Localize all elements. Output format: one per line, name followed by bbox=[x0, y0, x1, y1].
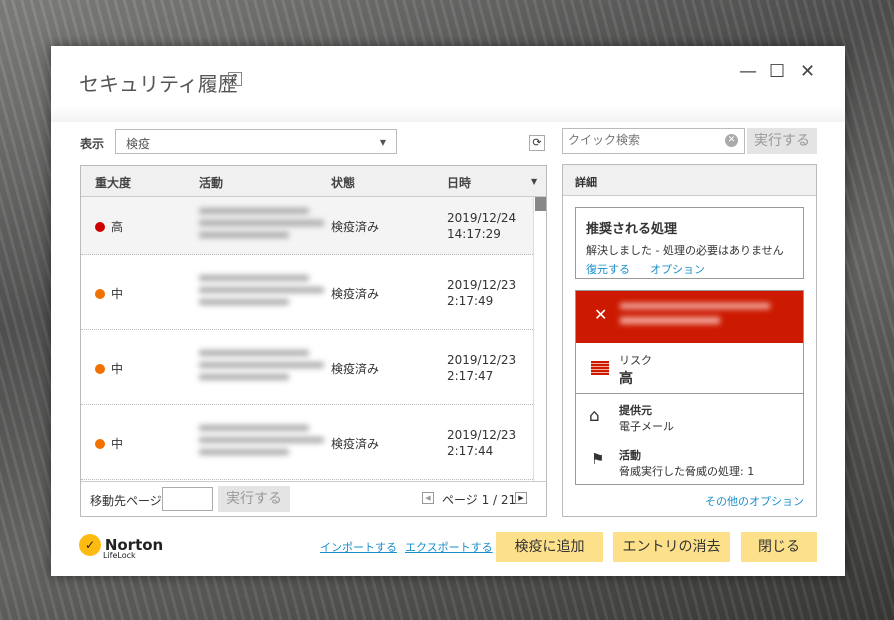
details-header: 詳細 bbox=[563, 165, 816, 196]
details-panel: 詳細 推奨される処理 解決しました - 処理の必要はありません 復元する オプショ… bbox=[562, 164, 817, 517]
search-button[interactable]: 実行する bbox=[747, 128, 817, 154]
threat-x-icon: ✕ bbox=[594, 305, 608, 324]
risk-label: リスク bbox=[619, 354, 652, 367]
table-row[interactable]: 中 検疫済み 2019/12/23 2:17:47 bbox=[81, 330, 535, 405]
window-title: セキュリティ履歴 bbox=[79, 72, 238, 96]
source-value: 電子メール bbox=[619, 420, 674, 433]
activity-label: 活動 bbox=[619, 449, 641, 462]
minimize-button[interactable]: — bbox=[739, 61, 757, 82]
home-icon: ⌂ bbox=[589, 406, 600, 426]
rec-text: 解決しました - 処理の必要はありません bbox=[586, 244, 784, 257]
date-cell: 2019/12/23 2:17:44 bbox=[447, 427, 516, 459]
quick-search[interactable]: ✕ bbox=[562, 128, 745, 154]
info-section: ⌂ 提供元 電子メール ⚑ 活動 脅威実行した脅威の処理: 1 bbox=[576, 394, 803, 484]
next-page-icon[interactable]: ▶ bbox=[515, 492, 527, 504]
severity-dot-icon bbox=[95, 288, 105, 299]
norton-logo: ✓ Norton LifeLock bbox=[79, 534, 163, 560]
activity-value: 脅威実行した脅威の処理: 1 bbox=[619, 465, 755, 478]
scrollbar[interactable] bbox=[533, 197, 546, 482]
col-activity[interactable]: 活動 bbox=[199, 174, 223, 191]
severity-dot-icon bbox=[95, 222, 105, 232]
history-table: 重大度 活動 状態 日時 ▼ 高 検疫済み 2019/12/24 14:17:29… bbox=[80, 165, 547, 517]
col-date[interactable]: 日時 bbox=[447, 174, 471, 191]
export-link[interactable]: エクスポートする bbox=[405, 539, 493, 555]
page-indicator: ページ 1 / 21 bbox=[442, 493, 517, 507]
date-cell: 2019/12/24 14:17:29 bbox=[447, 210, 516, 242]
severity-cell: 中 bbox=[95, 360, 123, 377]
security-history-dialog: セキュリティ履歴 ? — ☐ ✕ 表示 検疫 ▼ ⟳ 重大度 活動 状態 日時 ▼… bbox=[51, 46, 845, 576]
filter-label: 表示 bbox=[80, 137, 105, 151]
recommended-action-box: 推奨される処理 解決しました - 処理の必要はありません 復元する オプション bbox=[575, 207, 804, 279]
threat-name-blurred bbox=[620, 303, 770, 324]
date-cell: 2019/12/23 2:17:49 bbox=[447, 277, 516, 309]
date-text: 2019/12/23 bbox=[447, 427, 517, 442]
restore-link[interactable]: 復元する bbox=[586, 263, 630, 276]
risk-section: リスク 高 bbox=[576, 343, 803, 394]
severity-text: 中 bbox=[111, 286, 124, 301]
clear-search-icon[interactable]: ✕ bbox=[725, 134, 738, 147]
filter-select[interactable]: 検疫 ▼ bbox=[115, 129, 397, 154]
table-row[interactable]: 中 検疫済み 2019/12/23 2:17:49 bbox=[81, 255, 535, 330]
severity-dot-icon bbox=[95, 438, 105, 449]
threat-box: ✕ リスク 高 ⌂ 提供元 電子メール ⚑ 活動 脅威実行した脅威の処理: 1 bbox=[575, 290, 804, 485]
date-text: 2019/12/23 bbox=[447, 352, 517, 367]
risk-value: 高 bbox=[619, 371, 633, 387]
flag-icon: ⚑ bbox=[591, 450, 605, 468]
date-text: 2019/12/23 bbox=[447, 277, 517, 292]
goto-page-input[interactable] bbox=[162, 487, 213, 511]
quick-search-input[interactable] bbox=[563, 129, 713, 151]
close-button[interactable]: 閉じる bbox=[741, 532, 817, 562]
help-button[interactable]: ? bbox=[228, 72, 242, 86]
table-footer: 移動先ページ: 実行する ◀ ページ 1 / 21 ▶ bbox=[81, 481, 546, 516]
rec-title: 推奨される処理 bbox=[586, 222, 678, 237]
threat-banner: ✕ bbox=[576, 291, 803, 343]
source-label: 提供元 bbox=[619, 404, 652, 417]
activity-cell-blurred bbox=[199, 269, 329, 311]
severity-text: 中 bbox=[111, 436, 124, 451]
severity-dot-icon bbox=[95, 363, 105, 374]
more-options-link[interactable]: その他のオプション bbox=[705, 493, 804, 509]
refresh-icon[interactable]: ⟳ bbox=[529, 135, 545, 151]
goto-label: 移動先ページ: bbox=[90, 494, 166, 508]
severity-cell: 高 bbox=[95, 218, 123, 235]
activity-cell-blurred bbox=[199, 202, 329, 244]
time-text: 2:17:47 bbox=[447, 368, 494, 383]
status-cell: 検疫済み bbox=[331, 286, 380, 301]
date-text: 2019/12/24 bbox=[447, 211, 517, 225]
add-to-quarantine-button[interactable]: 検疫に追加 bbox=[496, 532, 603, 562]
clear-entries-button[interactable]: エントリの消去 bbox=[613, 532, 730, 562]
header-band bbox=[51, 106, 845, 122]
table-row[interactable]: 高 検疫済み 2019/12/24 14:17:29 bbox=[81, 197, 535, 255]
activity-cell-blurred bbox=[199, 419, 329, 461]
close-window-button[interactable]: ✕ bbox=[800, 61, 815, 82]
options-link[interactable]: オプション bbox=[650, 263, 705, 276]
time-text: 2:17:49 bbox=[447, 293, 494, 308]
activity-cell-blurred bbox=[199, 344, 329, 386]
risk-level-icon bbox=[591, 361, 609, 375]
severity-cell: 中 bbox=[95, 435, 123, 452]
maximize-button[interactable]: ☐ bbox=[769, 61, 785, 82]
sort-icon[interactable]: ▼ bbox=[531, 177, 537, 186]
scroll-thumb[interactable] bbox=[535, 197, 546, 211]
time-text: 2:17:44 bbox=[447, 443, 494, 458]
date-cell: 2019/12/23 2:17:47 bbox=[447, 352, 516, 384]
import-link[interactable]: インポートする bbox=[320, 539, 397, 555]
status-cell: 検疫済み bbox=[331, 220, 380, 234]
time-text: 14:17:29 bbox=[447, 227, 501, 241]
filter-value: 検疫 bbox=[126, 137, 151, 151]
status-cell: 検疫済み bbox=[331, 436, 380, 451]
severity-cell: 中 bbox=[95, 285, 123, 302]
prev-page-icon[interactable]: ◀ bbox=[422, 492, 434, 504]
table-header: 重大度 活動 状態 日時 ▼ bbox=[81, 166, 546, 197]
col-status[interactable]: 状態 bbox=[331, 174, 355, 191]
severity-text: 中 bbox=[111, 361, 124, 376]
severity-text: 高 bbox=[111, 220, 124, 234]
goto-button[interactable]: 実行する bbox=[218, 486, 290, 512]
table-row[interactable]: 中 検疫済み 2019/12/23 2:17:44 bbox=[81, 405, 535, 480]
status-cell: 検疫済み bbox=[331, 361, 380, 376]
chevron-down-icon: ▼ bbox=[379, 138, 386, 147]
col-severity[interactable]: 重大度 bbox=[95, 174, 131, 191]
checkmark-icon: ✓ bbox=[79, 534, 101, 556]
